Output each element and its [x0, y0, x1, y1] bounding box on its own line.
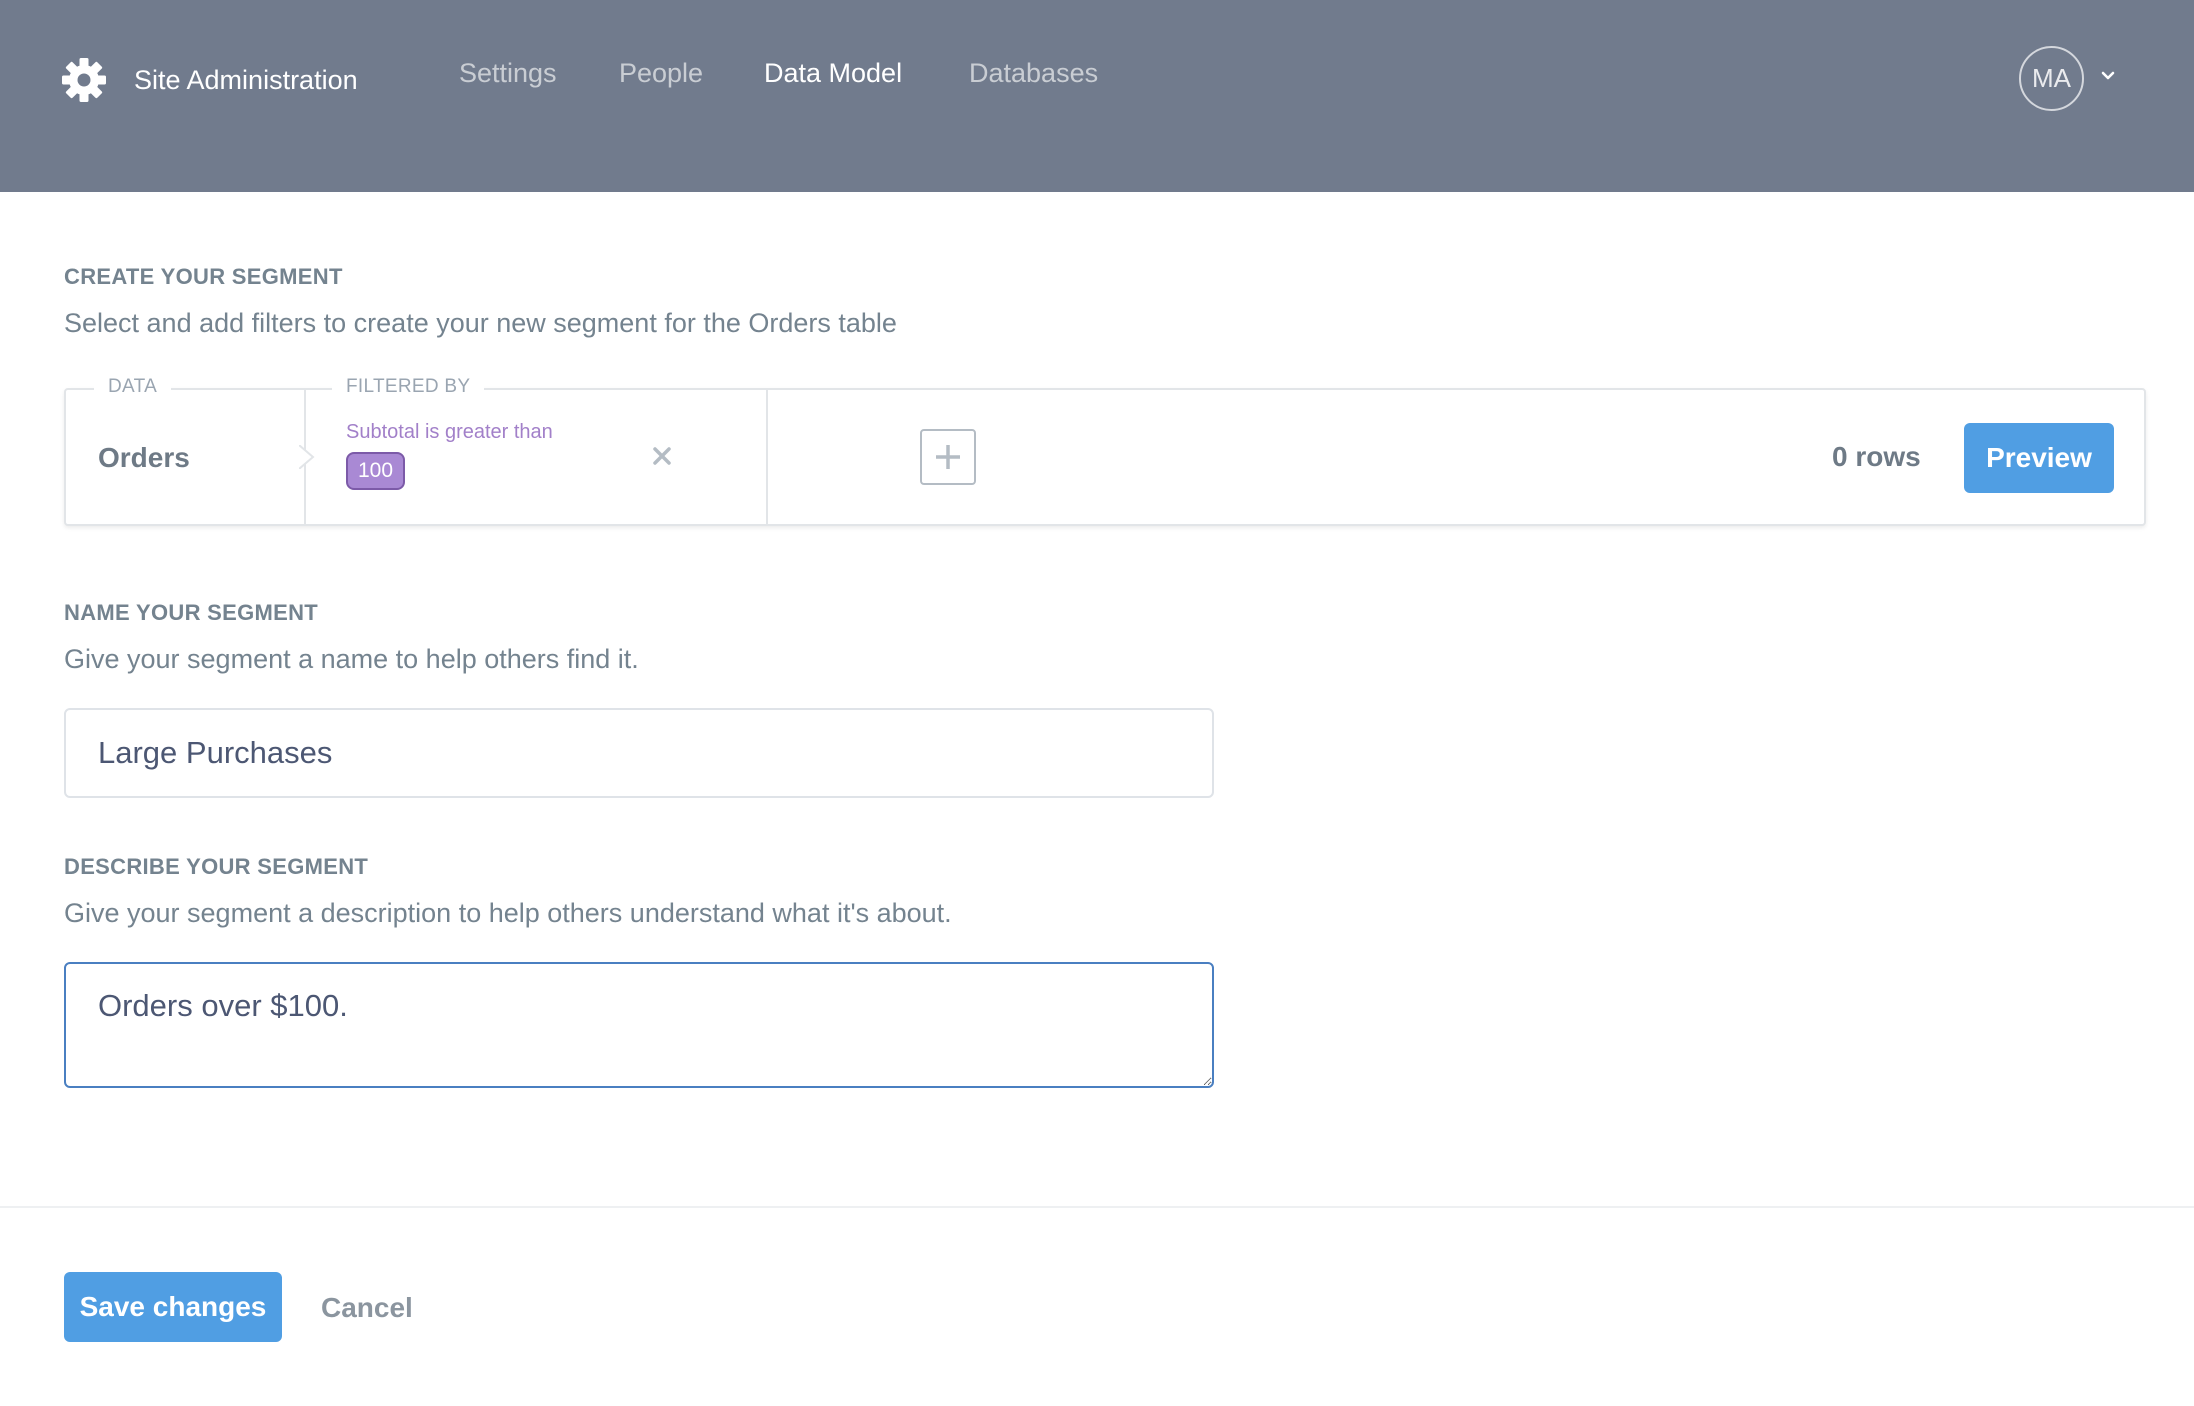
- name-segment-description: Give your segment a name to help others …: [64, 644, 639, 674]
- segment-description-input[interactable]: Orders over $100.: [64, 962, 1214, 1088]
- preview-button[interactable]: Preview: [1964, 423, 2114, 493]
- add-filter-button[interactable]: [920, 429, 976, 485]
- nav-data-model[interactable]: Data Model: [764, 58, 902, 89]
- nav-people[interactable]: People: [619, 58, 703, 89]
- query-builder: DATA FILTERED BY Orders Subtotal is grea…: [64, 376, 2146, 526]
- describe-segment-heading: DESCRIBE YOUR SEGMENT: [64, 854, 369, 879]
- nav-settings[interactable]: Settings: [459, 58, 557, 89]
- data-section: Orders: [66, 390, 306, 524]
- chevron-down-icon[interactable]: [2098, 66, 2118, 86]
- user-avatar[interactable]: MA: [2019, 46, 2084, 111]
- source-table[interactable]: Orders: [98, 442, 190, 474]
- gear-icon: [62, 58, 106, 102]
- filter-value-badge[interactable]: 100: [346, 452, 406, 490]
- create-segment-description: Select and add filters to create your ne…: [64, 308, 897, 338]
- segment-name-input[interactable]: [64, 708, 1214, 798]
- top-nav-bar: Site Administration Settings People Data…: [0, 0, 2194, 192]
- create-segment-heading: CREATE YOUR SEGMENT: [64, 264, 343, 289]
- row-count: 0 rows: [1832, 441, 1921, 472]
- footer-divider: [0, 1206, 2194, 1208]
- close-icon[interactable]: [650, 444, 674, 468]
- plus-icon: [936, 445, 960, 469]
- filter-section: Subtotal is greater than 100: [306, 390, 976, 524]
- name-segment-heading: NAME YOUR SEGMENT: [64, 600, 319, 625]
- nav-databases[interactable]: Databases: [969, 58, 1098, 89]
- describe-segment-description: Give your segment a description to help …: [64, 898, 952, 928]
- site-admin-title: Site Administration: [134, 64, 358, 95]
- site-admin-brand[interactable]: Site Administration: [60, 56, 358, 104]
- cancel-button[interactable]: Cancel: [321, 1292, 413, 1324]
- filter-description[interactable]: Subtotal is greater than: [346, 421, 553, 444]
- save-changes-button[interactable]: Save changes: [64, 1272, 282, 1342]
